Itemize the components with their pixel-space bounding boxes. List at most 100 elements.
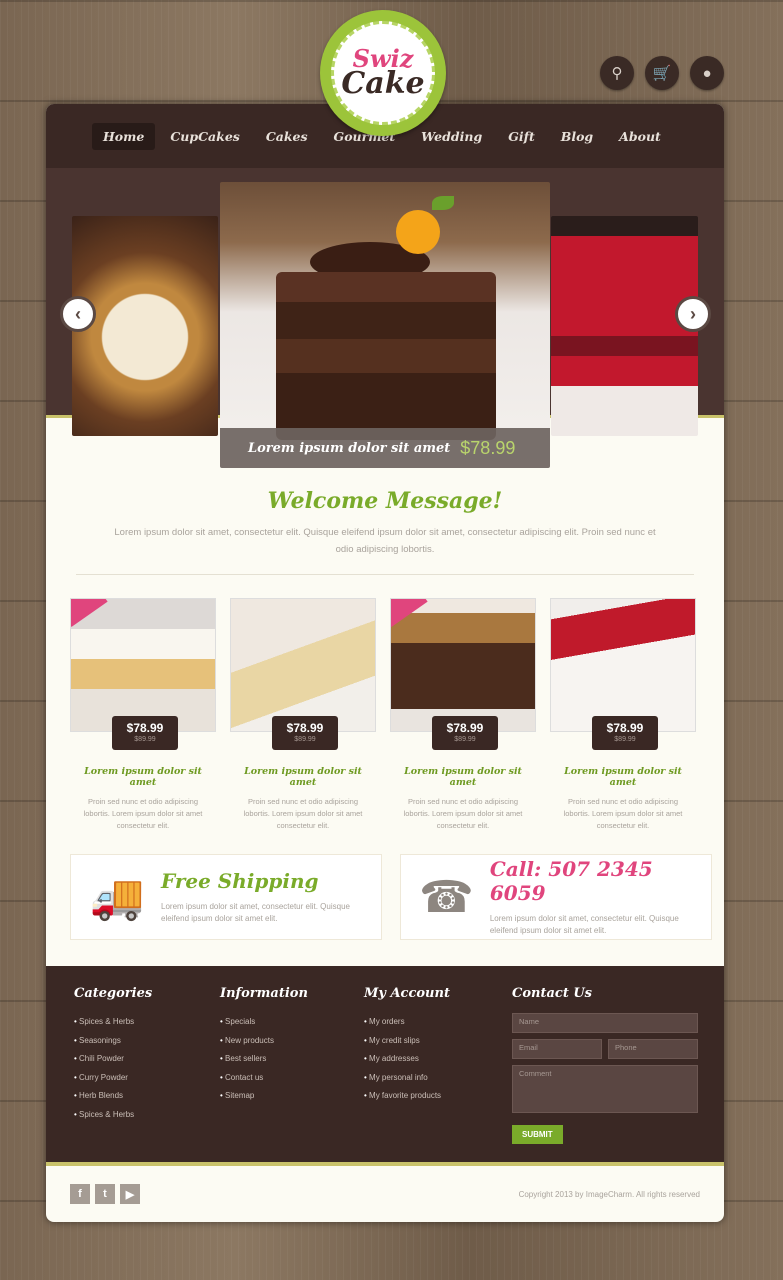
footer-link[interactable]: Seasonings: [74, 1032, 152, 1051]
user-icon[interactable]: ●: [690, 56, 724, 90]
email-field[interactable]: Email: [512, 1039, 602, 1059]
product-old-price: $89.99: [134, 736, 156, 743]
product-card[interactable]: $78.99 $89.99 Lorem ipsum dolor sit amet …: [550, 598, 696, 832]
footer-link[interactable]: New products: [220, 1032, 308, 1051]
submit-button[interactable]: SUBMIT: [512, 1125, 563, 1144]
footer-link[interactable]: My favorite products: [364, 1087, 450, 1106]
features-row: 🚚 Free Shipping Lorem ipsum dolor sit am…: [70, 854, 712, 940]
cart-icon[interactable]: 🛒: [645, 56, 679, 90]
product-card[interactable]: $78.99 $89.99 Lorem ipsum dolor sit amet …: [70, 598, 216, 832]
sale-badge: [391, 599, 428, 627]
footer-link[interactable]: Best sellers: [220, 1050, 308, 1069]
product-grid: $78.99 $89.99 Lorem ipsum dolor sit amet …: [70, 598, 696, 832]
slider-prev-icon[interactable]: ‹: [60, 296, 96, 332]
orange-garnish: [396, 210, 440, 254]
product-desc: Proin sed nunc et odio adipiscing lobort…: [243, 797, 363, 830]
footer-link[interactable]: Spices & Herbs: [74, 1013, 152, 1032]
product-price-tag: $78.99 $89.99: [432, 716, 498, 750]
footer-link[interactable]: Contact us: [220, 1069, 308, 1088]
footer-link[interactable]: My personal info: [364, 1069, 450, 1088]
product-old-price: $89.99: [614, 736, 636, 743]
comment-field[interactable]: Comment: [512, 1065, 698, 1113]
phone-icon: ☎: [419, 872, 474, 922]
product-price: $78.99: [446, 721, 484, 735]
header-icons: ⚲ 🛒 ●: [600, 56, 724, 90]
leaf-garnish: [432, 196, 454, 210]
slider-next-icon[interactable]: ›: [675, 296, 711, 332]
nav-item-about[interactable]: About: [608, 123, 672, 150]
nav-item-cakes[interactable]: Cakes: [255, 123, 319, 150]
twitter-icon[interactable]: t: [95, 1184, 115, 1204]
product-image[interactable]: [230, 598, 376, 732]
footer-link[interactable]: Specials: [220, 1013, 308, 1032]
product-price: $78.99: [286, 721, 324, 735]
nav-item-gift[interactable]: Gift: [497, 123, 546, 150]
nav-item-home[interactable]: Home: [92, 122, 156, 150]
product-price-tag: $78.99 $89.99: [112, 716, 178, 750]
logo-line-2: Cake: [341, 66, 425, 101]
footer-information: Information Specials New products Best s…: [220, 986, 308, 1106]
nav-item-blog[interactable]: Blog: [550, 123, 604, 150]
site-logo[interactable]: Swiz Cake: [320, 10, 446, 136]
hero-slider: Lorem ipsum dolor sit amet $78.99 ‹ ›: [46, 168, 724, 468]
bottom-bar: f t ▶ Copyright 2013 by ImageCharm. All …: [46, 1166, 724, 1222]
footer-account-title: My Account: [364, 986, 450, 1001]
slide-image-right[interactable]: [551, 216, 698, 436]
contact-title: Contact Us: [512, 986, 592, 1001]
page-container: Home CupCakes Cakes Gourmet Wedding Gift…: [46, 104, 724, 1222]
footer-link[interactable]: Curry Powder: [74, 1069, 152, 1088]
free-shipping-text: Lorem ipsum dolor sit amet, consectetur …: [161, 902, 350, 923]
nav-item-cupcakes[interactable]: CupCakes: [159, 123, 250, 150]
free-shipping-title: Free Shipping: [161, 869, 319, 893]
product-old-price: $89.99: [294, 736, 316, 743]
product-name[interactable]: Lorem ipsum dolor sit amet: [390, 766, 536, 788]
phone-field[interactable]: Phone: [608, 1039, 698, 1059]
product-image[interactable]: [390, 598, 536, 732]
footer-link[interactable]: Chili Powder: [74, 1050, 152, 1069]
product-card[interactable]: $78.99 $89.99 Lorem ipsum dolor sit amet …: [390, 598, 536, 832]
slide-caption-text: Lorem ipsum dolor sit amet: [248, 440, 451, 456]
footer-link[interactable]: My addresses: [364, 1050, 450, 1069]
footer-link[interactable]: My credit slips: [364, 1032, 450, 1051]
footer-link[interactable]: Sitemap: [220, 1087, 308, 1106]
logo-badge: Swiz Cake: [331, 21, 435, 125]
product-price-tag: $78.99 $89.99: [592, 716, 658, 750]
slide-caption-price: $78.99: [460, 437, 516, 458]
contact-form: Contact Us Name Email Phone Comment SUBM…: [512, 986, 698, 1144]
footer-link[interactable]: Spices & Herbs: [74, 1106, 152, 1125]
call-title: Call: 507 2345 6059: [489, 857, 653, 905]
call-text: Lorem ipsum dolor sit amet, consectetur …: [489, 914, 679, 935]
slide-image-left[interactable]: [72, 216, 218, 436]
product-name[interactable]: Lorem ipsum dolor sit amet: [70, 766, 216, 788]
footer-link[interactable]: My orders: [364, 1013, 450, 1032]
product-image[interactable]: [550, 598, 696, 732]
copyright-text: Copyright 2013 by ImageCharm. All rights…: [518, 1189, 700, 1199]
truck-icon: 🚚: [89, 873, 145, 922]
search-icon[interactable]: ⚲: [600, 56, 634, 90]
name-field[interactable]: Name: [512, 1013, 698, 1033]
product-card[interactable]: $78.99 $89.99 Lorem ipsum dolor sit amet …: [230, 598, 376, 832]
slide-image-main[interactable]: Lorem ipsum dolor sit amet $78.99: [220, 182, 550, 468]
footer-categories: Categories Spices & Herbs Seasonings Chi…: [74, 986, 152, 1124]
product-desc: Proin sed nunc et odio adipiscing lobort…: [83, 797, 203, 830]
welcome-text: Lorem ipsum dolor sit amet, consectetur …: [114, 527, 656, 555]
footer-link[interactable]: Herb Blends: [74, 1087, 152, 1106]
free-shipping-box: 🚚 Free Shipping Lorem ipsum dolor sit am…: [70, 854, 382, 940]
product-name[interactable]: Lorem ipsum dolor sit amet: [230, 766, 376, 788]
product-name[interactable]: Lorem ipsum dolor sit amet: [550, 766, 696, 788]
youtube-icon[interactable]: ▶: [120, 1184, 140, 1204]
nav-item-wedding[interactable]: Wedding: [410, 123, 493, 150]
footer-account: My Account My orders My credit slips My …: [364, 986, 450, 1106]
product-price: $78.99: [606, 721, 644, 735]
sale-badge: [71, 599, 108, 627]
facebook-icon[interactable]: f: [70, 1184, 90, 1204]
social-links: f t ▶: [70, 1184, 140, 1204]
call-box: ☎ Call: 507 2345 6059 Lorem ipsum dolor …: [400, 854, 712, 940]
footer: Categories Spices & Herbs Seasonings Chi…: [46, 966, 724, 1166]
product-desc: Proin sed nunc et odio adipiscing lobort…: [403, 797, 523, 830]
product-image[interactable]: [70, 598, 216, 732]
product-old-price: $89.99: [454, 736, 476, 743]
welcome-title: Welcome Message!: [267, 488, 503, 514]
product-price: $78.99: [126, 721, 164, 735]
slide-caption: Lorem ipsum dolor sit amet $78.99: [220, 428, 550, 468]
